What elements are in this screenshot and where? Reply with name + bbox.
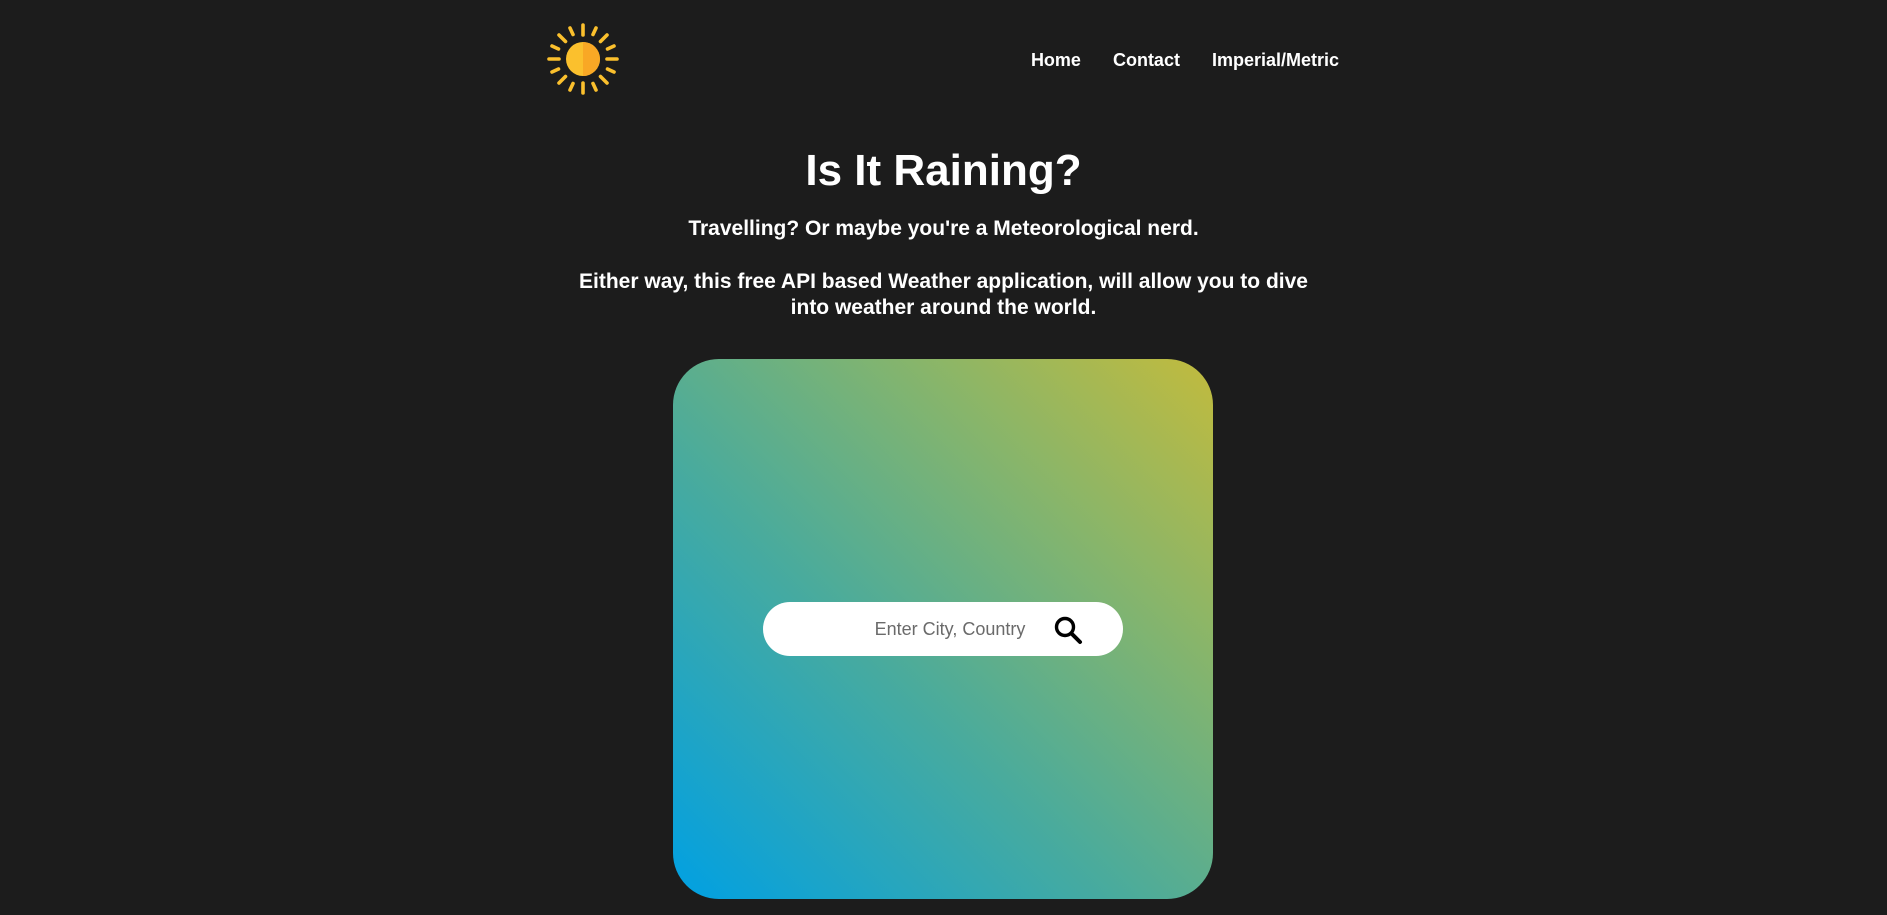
hero-section: Is It Raining? Travelling? Or maybe you'… (0, 145, 1887, 321)
search-card (673, 359, 1213, 899)
nav-units-toggle-link[interactable]: Imperial/Metric (1212, 50, 1339, 71)
page: Home Contact Imperial/Metric Is It Raini… (0, 0, 1887, 915)
page-title: Is It Raining? (805, 146, 1082, 195)
search-bar (763, 602, 1123, 656)
search-icon[interactable] (1053, 615, 1083, 645)
hero-description: Either way, this free API based Weather … (579, 270, 1308, 319)
main-nav: Home Contact Imperial/Metric (1031, 50, 1339, 71)
hero-subtitle: Travelling? Or maybe you're a Meteorolog… (688, 217, 1199, 240)
nav-home-link[interactable]: Home (1031, 50, 1081, 71)
sun-logo-icon[interactable] (546, 22, 620, 96)
nav-contact-link[interactable]: Contact (1113, 50, 1180, 71)
city-search-input[interactable] (823, 617, 1077, 641)
